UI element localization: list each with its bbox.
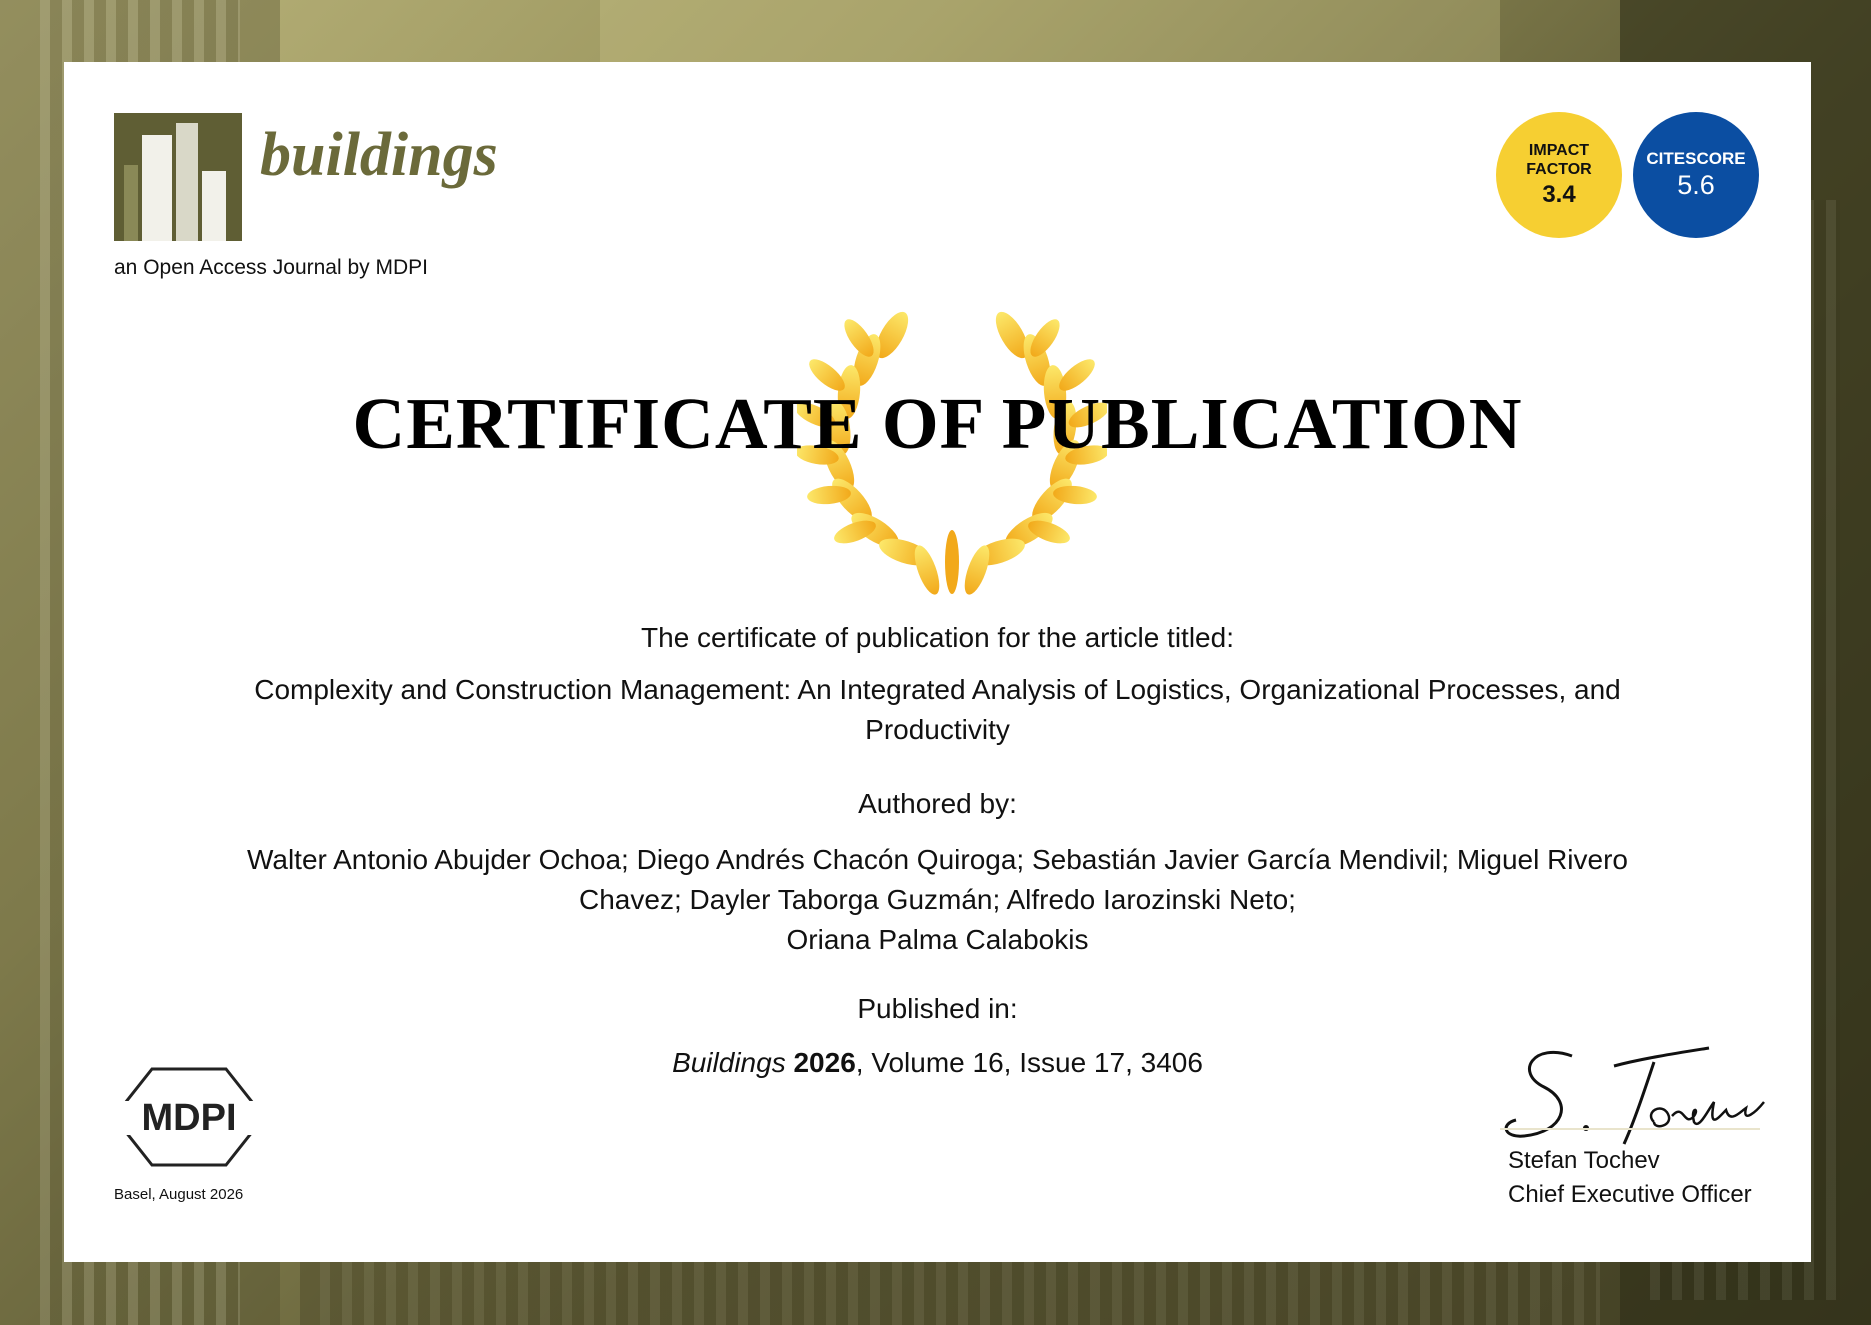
journal-name: buildings bbox=[260, 121, 498, 189]
citation: Buildings 2026, Volume 16, Issue 17, 340… bbox=[214, 1043, 1661, 1083]
impact-factor-badge: IMPACT FACTOR 3.4 bbox=[1496, 112, 1622, 238]
mdpi-logo-text: MDPI bbox=[142, 1097, 237, 1139]
mdpi-logo-icon: MDPI bbox=[112, 1067, 266, 1167]
certificate-card: buildings an Open Access Journal by MDPI… bbox=[64, 62, 1811, 1262]
authored-heading: Authored by: bbox=[858, 788, 1017, 819]
citation-details: , Volume 16, Issue 17, 3406 bbox=[855, 1047, 1203, 1078]
place-date: Basel, August 2026 bbox=[114, 1186, 244, 1203]
impact-factor-label-1: IMPACT bbox=[1528, 142, 1590, 159]
journal-tagline: an Open Access Journal by MDPI bbox=[114, 256, 428, 279]
certificate-title: CERTIFICATE OF PUBLICATION bbox=[352, 383, 1523, 464]
author-list: Walter Antonio Abujder Ochoa; Diego Andr… bbox=[214, 840, 1661, 960]
author-line: Chavez; Dayler Taborga Guzmán; Alfredo I… bbox=[579, 884, 1296, 915]
article-title: Complexity and Construction Management: … bbox=[254, 674, 1621, 745]
author-line: Oriana Palma Calabokis bbox=[786, 924, 1089, 955]
citescore-value: 5.6 bbox=[1677, 170, 1715, 200]
signature-icon bbox=[1504, 1046, 1765, 1145]
citescore-label: CITESCORE bbox=[1646, 149, 1746, 168]
impact-factor-label-2: FACTOR bbox=[1526, 161, 1592, 178]
citescore-badge: CITESCORE 5.6 bbox=[1633, 112, 1759, 238]
intro-text: The certificate of publication for the a… bbox=[641, 622, 1234, 653]
citation-year: 2026 bbox=[793, 1047, 856, 1078]
signatory: Stefan Tochev Chief Executive Officer bbox=[1508, 1144, 1752, 1212]
citation-journal: Buildings bbox=[672, 1047, 786, 1078]
buildings-logo-icon bbox=[114, 113, 242, 241]
signatory-role: Chief Executive Officer bbox=[1508, 1181, 1752, 1208]
impact-factor-value: 3.4 bbox=[1542, 181, 1576, 208]
signature-line bbox=[1500, 1128, 1760, 1130]
published-heading: Published in: bbox=[857, 993, 1018, 1024]
signatory-name: Stefan Tochev bbox=[1508, 1147, 1660, 1174]
author-line: Walter Antonio Abujder Ochoa; Diego Andr… bbox=[246, 844, 1628, 875]
